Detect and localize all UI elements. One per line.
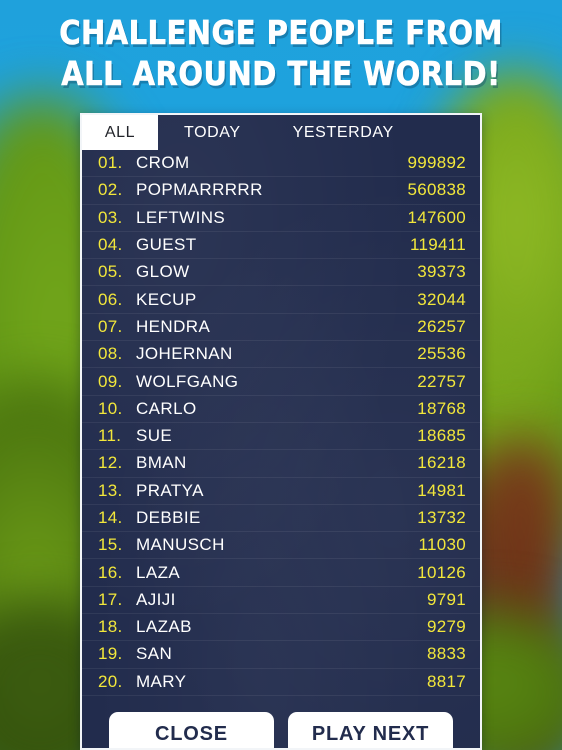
play-next-button-label: PLAY NEXT [311, 722, 430, 745]
row-score: 119411 [409, 235, 466, 255]
tab-yesterday[interactable]: YESTERDAY [267, 115, 420, 150]
row-rank: 19. [98, 644, 123, 664]
row-score: 14981 [417, 480, 466, 500]
headline-line-1: CHALLENGE PEOPLE FROM [59, 13, 503, 53]
row-score: 13732 [417, 508, 466, 527]
row-rank: 07. [98, 316, 123, 336]
row-player-name: POPMARRRRR [136, 180, 263, 200]
tab-today[interactable]: TODAY [158, 115, 267, 150]
row-player-name: LEFTWINS [136, 207, 226, 227]
row-player-name: SUE [136, 426, 173, 446]
headline-line-2: ALL AROUND THE WORLD! [61, 54, 501, 94]
leaderboard-row: 12. BMAN 16218 [82, 450, 480, 478]
row-rank: 03. [98, 207, 123, 227]
row-rank: 06. [98, 289, 123, 309]
row-score: 11030 [418, 535, 466, 555]
leaderboard-row: 19. SAN 8833 [82, 641, 480, 669]
leaderboard-row: 18. LAZAB 9279 [82, 614, 480, 642]
row-player-name: MARY [136, 671, 187, 691]
row-rank: 10. [98, 398, 123, 418]
tab-yesterday-label: YESTERDAY [292, 123, 394, 141]
row-player-name: LAZAB [136, 617, 192, 637]
row-score: 18685 [417, 426, 466, 446]
row-score: 9279 [426, 617, 466, 637]
row-rank: 09. [98, 371, 123, 391]
row-score: 8817 [426, 671, 466, 691]
leaderboard-row: 09. WOLFGANG 22757 [82, 368, 480, 396]
row-player-name: LAZA [136, 562, 181, 582]
row-player-name: AJIJI [136, 589, 176, 609]
row-player-name: MANUSCH [136, 535, 225, 555]
row-player-name: CARLO [136, 398, 197, 418]
row-score: 9791 [426, 589, 466, 609]
row-player-name: HENDRA [136, 316, 211, 336]
action-bar: CLOSE PLAY NEXT [82, 712, 480, 748]
row-rank: 17. [98, 589, 123, 609]
leaderboard-row: 20. MARY 8817 [82, 669, 480, 696]
row-player-name: SAN [136, 644, 173, 664]
row-player-name: PRATYA [136, 480, 204, 500]
leaderboard-row: 10. CARLO 18768 [82, 396, 480, 423]
tab-all-label: ALL [104, 123, 136, 141]
row-rank: 18. [98, 617, 123, 637]
leaderboard-row: 02. POPMARRRRR 560838 [82, 177, 480, 205]
leaderboard-list: 01. CROM 999892 02. POPMARRRRR 560838 03. LEFTW… [82, 150, 480, 696]
row-score: 32044 [417, 289, 466, 309]
row-rank: 08. [98, 344, 123, 364]
row-player-name: BMAN [136, 453, 187, 473]
row-rank: 15. [98, 535, 123, 555]
leaderboard-row: 08. JOHERNAN 25536 [82, 341, 480, 369]
row-score: 18768 [417, 398, 466, 418]
leaderboard-row: 11. SUE 18685 [82, 423, 480, 451]
row-score: 25536 [417, 344, 466, 364]
close-button[interactable]: CLOSE [109, 712, 274, 748]
row-score: 10126 [417, 562, 466, 582]
row-score: 39373 [417, 262, 466, 282]
play-next-button[interactable]: PLAY NEXT [288, 712, 453, 748]
tab-today-label: TODAY [184, 123, 241, 141]
leaderboard-panel: ALL TODAY YESTERDAY 01. CROM 999892 02. POPM… [80, 113, 482, 750]
leaderboard-row: 13. PRATYA 14981 [82, 478, 480, 505]
leaderboard-row: 04. GUEST 119411 [82, 232, 480, 260]
row-rank: 11. [98, 426, 122, 446]
close-button-label: CLOSE [155, 722, 228, 745]
row-player-name: DEBBIE [136, 508, 201, 527]
leaderboard-row: 01. CROM 999892 [82, 150, 480, 178]
row-score: 8833 [426, 644, 466, 664]
row-player-name: CROM [136, 153, 190, 173]
row-score: 999892 [407, 153, 466, 173]
row-player-name: GLOW [136, 262, 190, 282]
leaderboard-row: 15. MANUSCH 11030 [82, 532, 480, 560]
leaderboard-row: 07. HENDRA 26257 [82, 314, 480, 342]
row-score: 26257 [417, 316, 466, 336]
row-score: 147600 [407, 207, 466, 227]
row-rank: 16. [98, 562, 123, 582]
page-title: CHALLENGE PEOPLE FROM ALL AROUND THE WOR… [34, 12, 529, 94]
leaderboard-row: 03. LEFTWINS 147600 [82, 205, 480, 232]
tab-all[interactable]: ALL [82, 115, 158, 150]
leaderboard-tabs: ALL TODAY YESTERDAY [82, 115, 480, 150]
row-rank: 13. [98, 480, 123, 500]
row-player-name: JOHERNAN [136, 344, 233, 364]
row-rank: 14. [98, 508, 123, 527]
leaderboard-row: 16. LAZA 10126 [82, 559, 480, 587]
row-score: 16218 [417, 453, 466, 473]
row-rank: 04. [98, 235, 123, 255]
row-player-name: WOLFGANG [136, 371, 239, 391]
leaderboard-row: 14. DEBBIE 13732 [82, 505, 480, 533]
leaderboard-row: 06. KECUP 32044 [82, 286, 480, 314]
leaderboard-row: 05. GLOW 39373 [82, 259, 480, 287]
row-player-name: GUEST [136, 235, 197, 255]
row-rank: 01. [98, 153, 123, 173]
row-rank: 12. [98, 453, 123, 473]
leaderboard-row: 17. AJIJI 9791 [82, 587, 480, 615]
row-score: 560838 [407, 180, 466, 200]
row-player-name: KECUP [136, 289, 197, 309]
row-rank: 02. [98, 180, 123, 200]
row-rank: 05. [98, 262, 123, 282]
row-score: 22757 [417, 371, 466, 391]
row-rank: 20. [98, 671, 123, 691]
